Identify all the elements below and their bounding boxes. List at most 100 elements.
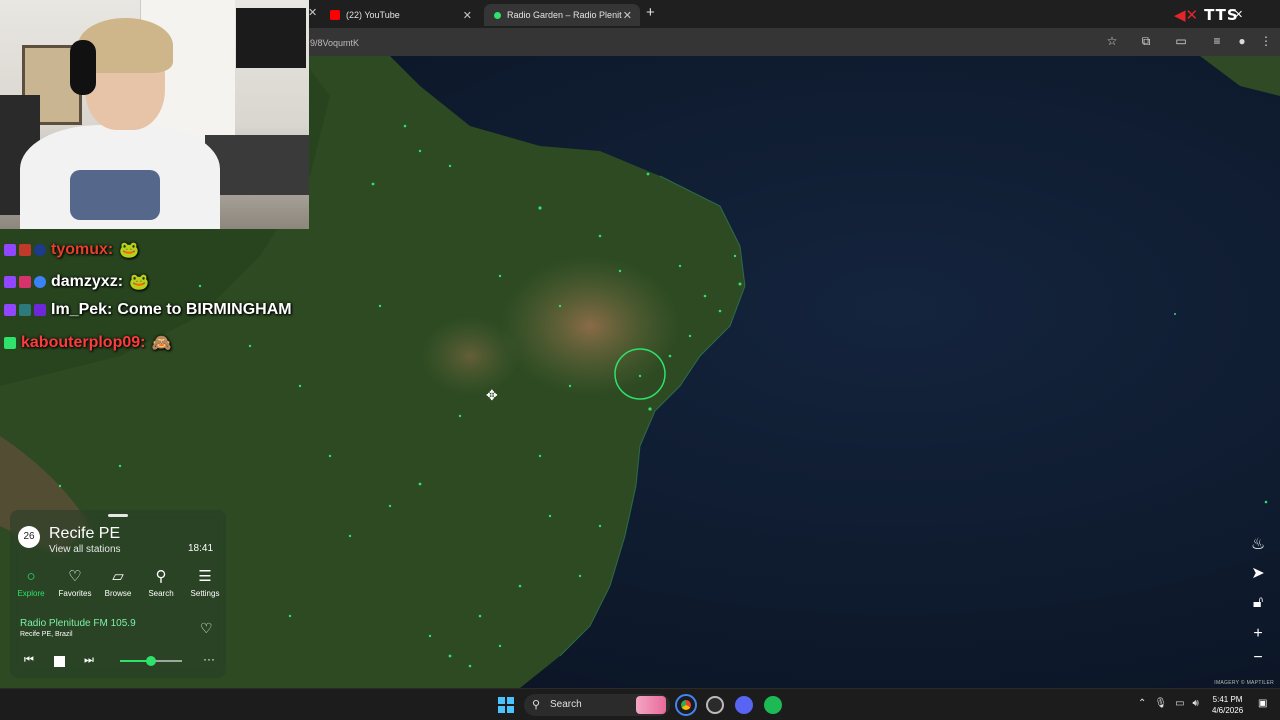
webcam-overlay: [0, 0, 309, 229]
more-options-icon[interactable]: ···: [203, 652, 215, 666]
twitch-badge-icon: [4, 276, 16, 288]
chat-message: kabouterplop09: 🙈: [4, 333, 171, 353]
display-icon[interactable]: ▭: [1175, 698, 1184, 709]
windows-start-icon[interactable]: [498, 697, 514, 713]
nav-explore[interactable]: ○ Explore: [11, 567, 51, 598]
frog-emote-icon: 🐸: [119, 242, 140, 259]
kick-badge-icon: [4, 337, 16, 349]
star-icon[interactable]: ☆: [1104, 34, 1120, 48]
tab-title: (22) YouTube: [346, 10, 400, 20]
frog-emote-icon: 🐸: [129, 274, 149, 291]
chevron-up-icon[interactable]: ⌃: [1138, 698, 1146, 709]
search-highlight-icon[interactable]: [636, 696, 666, 714]
map-icon: ▱: [112, 568, 124, 585]
media-icon[interactable]: ≡: [1209, 34, 1225, 48]
heart-icon: ♡: [68, 568, 82, 585]
clock-time: 5:41 PM: [1212, 695, 1243, 704]
zoom-out-button[interactable]: −: [1246, 646, 1270, 670]
search-icon: ⚲: [155, 568, 167, 585]
nav-settings[interactable]: ☰ Settings: [185, 567, 225, 598]
plus-icon[interactable]: +: [646, 4, 655, 21]
clock-date: 4/6/2026: [1212, 706, 1244, 715]
url-field[interactable]: 9/8VoqumtK: [310, 35, 1100, 51]
kebab-menu-icon[interactable]: ⋮: [1258, 34, 1274, 48]
stop-button[interactable]: [54, 656, 65, 667]
badge-icon: [34, 304, 46, 316]
nav-label: Favorites: [58, 589, 92, 598]
tab-radio-garden[interactable]: Radio Garden – Radio Plenit ✕: [484, 4, 640, 26]
close-icon[interactable]: ✕: [463, 9, 472, 22]
tab-title: Radio Garden – Radio Plenit: [507, 10, 622, 20]
nav-label: Explore: [17, 589, 45, 598]
chat-text: Come to BIRMINGHAM: [117, 301, 292, 318]
twitch-badge-icon: [4, 244, 16, 256]
move-cursor-icon: ✥: [486, 387, 498, 403]
favorite-heart-icon[interactable]: ♡: [200, 620, 213, 637]
app-icon[interactable]: [706, 696, 724, 714]
spotify-icon[interactable]: [764, 696, 782, 714]
local-time: 18:41: [188, 543, 214, 554]
close-icon[interactable]: ✕: [308, 6, 317, 19]
next-station-button[interactable]: ⏭: [84, 654, 94, 667]
close-icon[interactable]: ✕: [623, 9, 632, 22]
chat-username[interactable]: kabouterplop09:: [21, 334, 145, 352]
nav-favorites[interactable]: ♡ Favorites: [55, 567, 95, 598]
tts-overlay-logo: ◀✕ TTS: [1174, 6, 1239, 24]
profile-avatar-icon[interactable]: ●: [1234, 34, 1250, 48]
previous-station-button[interactable]: ⏮: [24, 654, 34, 667]
close-icon[interactable]: ✕: [1234, 8, 1243, 21]
chat-username[interactable]: Im_Pek:: [51, 301, 112, 319]
place-title[interactable]: Recife PE: [49, 525, 120, 543]
monitor: [236, 8, 306, 68]
badge-icon: [34, 276, 46, 288]
shirt-print: [70, 170, 160, 220]
search-label: Search: [550, 699, 582, 710]
bed: [205, 135, 309, 195]
sub-badge-icon: [19, 304, 31, 316]
volume-knob[interactable]: [146, 656, 156, 666]
lock-icon[interactable]: 🔓︎: [1246, 591, 1270, 615]
menu-icon: ☰: [198, 568, 212, 585]
balloon-icon[interactable]: ♨: [1246, 532, 1270, 556]
nav-label: Search: [148, 589, 174, 598]
sub-badge-icon: [19, 276, 31, 288]
volume-slider[interactable]: [120, 656, 182, 666]
radio-garden-icon: [494, 11, 501, 19]
station-count-badge: 26: [18, 526, 40, 548]
nav-label: Browse: [104, 589, 132, 598]
headset-icon: [70, 40, 96, 95]
youtube-icon: [330, 10, 340, 20]
discord-icon[interactable]: [735, 696, 753, 714]
zoom-in-button[interactable]: +: [1246, 622, 1270, 646]
cast-icon[interactable]: ▭: [1173, 34, 1189, 48]
explore-icon: ○: [26, 568, 36, 585]
system-clock[interactable]: 5:41 PM 4/6/2026: [1212, 694, 1243, 716]
view-all-stations-link[interactable]: View all stations: [49, 544, 121, 555]
sub-badge-icon: [19, 244, 31, 256]
chrome-icon[interactable]: [675, 694, 697, 716]
chat-message: damzyxz: 🐸: [4, 272, 149, 292]
nav-label: Settings: [190, 589, 220, 598]
drag-handle[interactable]: [108, 514, 128, 517]
now-playing-station[interactable]: Radio Plenitude FM 105.9: [20, 618, 136, 629]
windows-taskbar: ⚲ Search ⌃ 🎙︎ ▭ 🔊︎ 5:41 PM 4/6/2026 ▣: [0, 688, 1280, 720]
search-icon: ⚲: [532, 699, 541, 711]
twitch-badge-icon: [4, 304, 16, 316]
nav-search[interactable]: ⚲ Search: [141, 567, 181, 598]
now-playing-location: Recife PE, Brazil: [20, 631, 73, 638]
system-tray: ⌃ 🎙︎ ▭ 🔊︎: [1138, 698, 1199, 709]
chat-message: Im_Pek: Come to BIRMINGHAM: [4, 301, 292, 319]
monkey-emote-icon: 🙈: [151, 335, 172, 352]
muted-speaker-icon: ◀✕: [1174, 7, 1199, 24]
chat-username[interactable]: tyomux:: [51, 241, 113, 259]
chat-username[interactable]: damzyxz:: [51, 273, 123, 291]
map-attribution: IMAGERY © MAPTILER: [1214, 680, 1274, 686]
extensions-icon[interactable]: ⧉: [1138, 34, 1154, 49]
tab-youtube[interactable]: (22) YouTube ✕: [320, 4, 480, 26]
notification-icon[interactable]: ▣: [1258, 698, 1267, 709]
microphone-icon[interactable]: 🎙︎: [1154, 698, 1167, 709]
chat-message: tyomux: 🐸: [4, 240, 139, 260]
locate-icon[interactable]: ➤: [1246, 561, 1270, 585]
nav-browse[interactable]: ▱ Browse: [98, 567, 138, 598]
speaker-icon[interactable]: 🔊︎: [1193, 698, 1199, 709]
